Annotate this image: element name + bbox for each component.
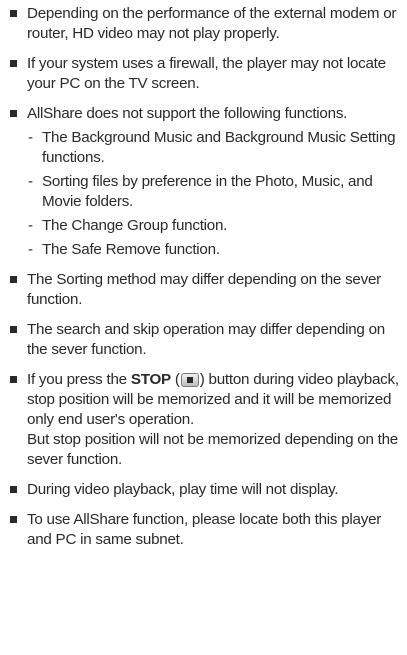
- square-bullet-icon: [10, 486, 17, 493]
- dash-marker: -: [28, 173, 33, 190]
- dash-marker: -: [28, 217, 33, 234]
- list-item-text-prefix: If you press the: [27, 371, 127, 388]
- sub-list-item: - The Safe Remove function.: [27, 240, 401, 260]
- list-item: The Sorting method may differ depending …: [8, 270, 401, 310]
- open-paren: (: [174, 371, 180, 388]
- stop-button-label: STOP: [130, 371, 171, 388]
- square-bullet-icon: [10, 326, 17, 333]
- sub-list-item-text: The Safe Remove function.: [42, 241, 220, 258]
- document-page: Depending on the performance of the exte…: [0, 0, 407, 655]
- list-item: AllShare does not support the following …: [8, 104, 401, 260]
- list-item-text: If your system uses a firewall, the play…: [27, 55, 386, 92]
- list-item: If your system uses a firewall, the play…: [8, 54, 401, 94]
- dash-marker: -: [28, 129, 33, 146]
- square-bullet-icon: [10, 516, 17, 523]
- sub-list-item-text: The Change Group function.: [42, 217, 228, 234]
- dash-marker: -: [28, 241, 33, 258]
- list-item-text: The Sorting method may differ depending …: [27, 271, 381, 308]
- list-item-text: The search and skip operation may differ…: [27, 321, 385, 358]
- close-paren: ): [199, 371, 205, 388]
- sub-list-item-text: The Background Music and Background Musi…: [42, 129, 396, 166]
- square-bullet-icon: [10, 110, 17, 117]
- square-bullet-icon: [10, 376, 17, 383]
- stop-button-icon: [180, 373, 199, 387]
- sub-list-item: - The Change Group function.: [27, 216, 401, 236]
- sub-list-item-text: Sorting files by preference in the Photo…: [42, 173, 373, 210]
- list-item-text: To use AllShare function, please locate …: [27, 511, 382, 548]
- list-item: If you press the STOP () button during v…: [8, 370, 401, 470]
- square-bullet-icon: [10, 276, 17, 283]
- list-item-text: Depending on the performance of the exte…: [27, 5, 397, 42]
- list-item-text: AllShare does not support the following …: [27, 105, 348, 122]
- sub-list-item: - The Background Music and Background Mu…: [27, 128, 401, 168]
- sub-list: - The Background Music and Background Mu…: [27, 128, 401, 260]
- list-item-text-line2: But stop position will not be memorized …: [27, 431, 398, 468]
- list-item-text: During video playback, play time will no…: [27, 481, 339, 498]
- square-bullet-icon: [10, 10, 17, 17]
- sub-list-item: - Sorting files by preference in the Pho…: [27, 172, 401, 212]
- list-item: During video playback, play time will no…: [8, 480, 401, 500]
- list-item: The search and skip operation may differ…: [8, 320, 401, 360]
- list-item: To use AllShare function, please locate …: [8, 510, 401, 550]
- list-item: Depending on the performance of the exte…: [8, 4, 401, 44]
- square-bullet-icon: [10, 60, 17, 67]
